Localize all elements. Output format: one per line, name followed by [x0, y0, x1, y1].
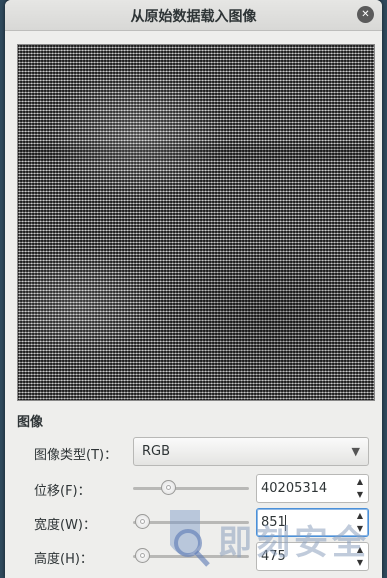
watermark-logo-icon — [170, 510, 210, 567]
image-preview — [17, 44, 375, 401]
offset-slider-track[interactable] — [133, 487, 249, 490]
offset-label: 位移(F)： — [34, 484, 91, 499]
spin-up-icon[interactable]: ▲ — [355, 476, 365, 488]
height-label: 高度(H)： — [34, 552, 93, 567]
titlebar: 从原始数据载入图像 ✕ — [5, 0, 382, 31]
image-type-label: 图像类型(T)： — [34, 448, 118, 463]
offset-slider-handle[interactable] — [160, 480, 176, 495]
image-type-value: RGB — [142, 444, 171, 459]
offset-input[interactable] — [259, 476, 353, 501]
offset-spinbox[interactable]: ▲ ▼ — [256, 474, 369, 503]
watermark-text: 即刻安全 — [218, 523, 370, 563]
spin-down-icon[interactable]: ▼ — [355, 489, 365, 501]
close-button[interactable]: ✕ — [357, 6, 374, 23]
watermark: 即刻安全 — [160, 505, 382, 578]
section-image-label: 图像 — [17, 415, 44, 430]
dialog-title: 从原始数据载入图像 — [130, 9, 257, 25]
height-slider-handle[interactable] — [135, 548, 151, 563]
chevron-down-icon: ▼ — [351, 445, 360, 458]
image-type-combo[interactable]: RGB ▼ — [133, 437, 369, 466]
close-icon: ✕ — [361, 9, 370, 20]
load-raw-image-dialog: 从原始数据载入图像 ✕ 图像 图像类型(T)： RGB ▼ 位移(F)： ▲ ▼… — [5, 0, 382, 578]
width-slider-handle[interactable] — [135, 514, 151, 529]
width-label: 宽度(W)： — [34, 518, 96, 533]
